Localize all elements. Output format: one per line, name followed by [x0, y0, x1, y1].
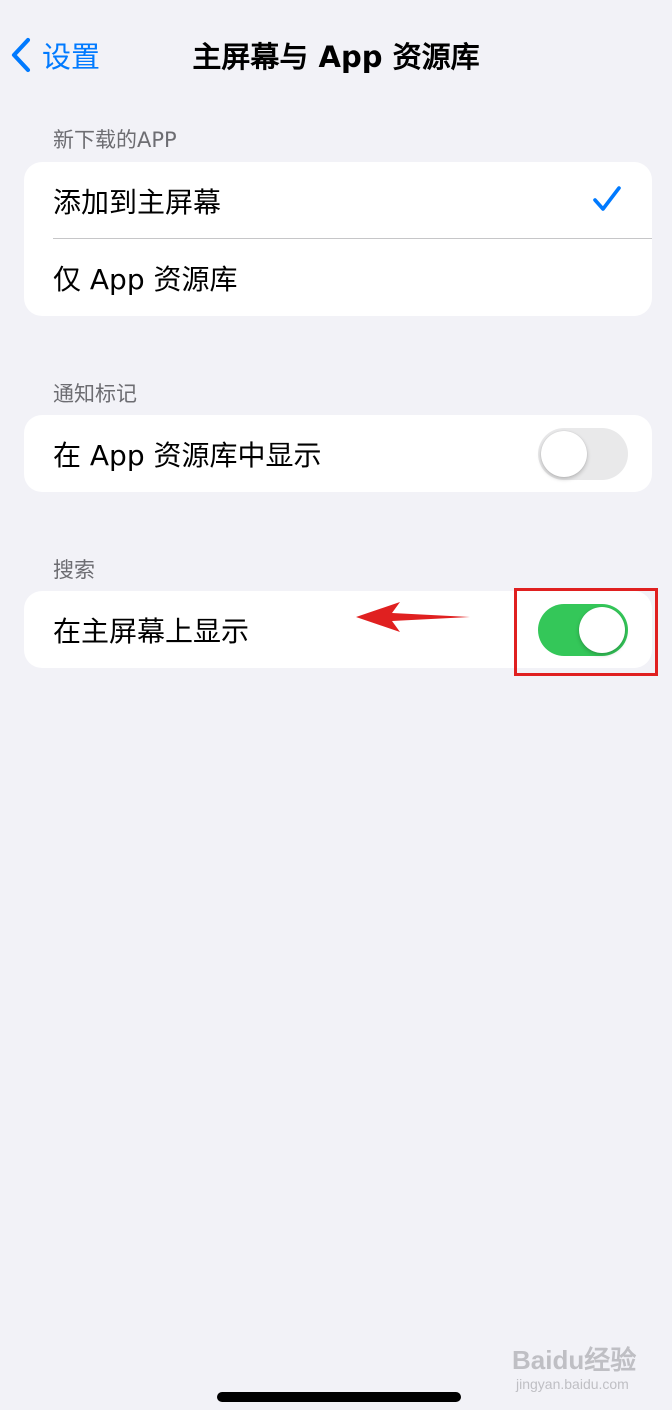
toggle-knob [541, 431, 587, 477]
watermark-logo: Baidu经验 [512, 1345, 637, 1375]
arrow-left-icon [354, 598, 474, 642]
section-header-badges: 通知标记 [53, 382, 137, 406]
page-title: 主屏幕与 App 资源库 [192, 40, 480, 74]
home-indicator[interactable] [217, 1392, 461, 1402]
navigation-bar: 设置 主屏幕与 App 资源库 [0, 0, 672, 110]
row-label: 在 App 资源库中显示 [53, 438, 322, 472]
option-label: 添加到主屏幕 [53, 185, 222, 219]
watermark: Baidu经验 jingyan.baidu.com [512, 1334, 642, 1396]
show-in-app-library-toggle[interactable] [538, 428, 628, 480]
section-header-search: 搜索 [53, 558, 95, 582]
option-add-to-home-screen[interactable]: 添加到主屏幕 [24, 162, 652, 239]
checkmark-icon [592, 184, 622, 218]
group-new-downloads: 添加到主屏幕 仅 App 资源库 [24, 162, 652, 316]
option-label: 仅 App 资源库 [53, 262, 238, 296]
row-show-in-app-library: 在 App 资源库中显示 [24, 415, 652, 492]
group-badges: 在 App 资源库中显示 [24, 415, 652, 492]
annotation-highlight-box [514, 588, 658, 676]
option-app-library-only[interactable]: 仅 App 资源库 [24, 239, 652, 316]
section-header-new-downloads: 新下载的APP [53, 128, 177, 152]
watermark-url: jingyan.baidu.com [516, 1376, 629, 1392]
row-label: 在主屏幕上显示 [53, 614, 250, 648]
